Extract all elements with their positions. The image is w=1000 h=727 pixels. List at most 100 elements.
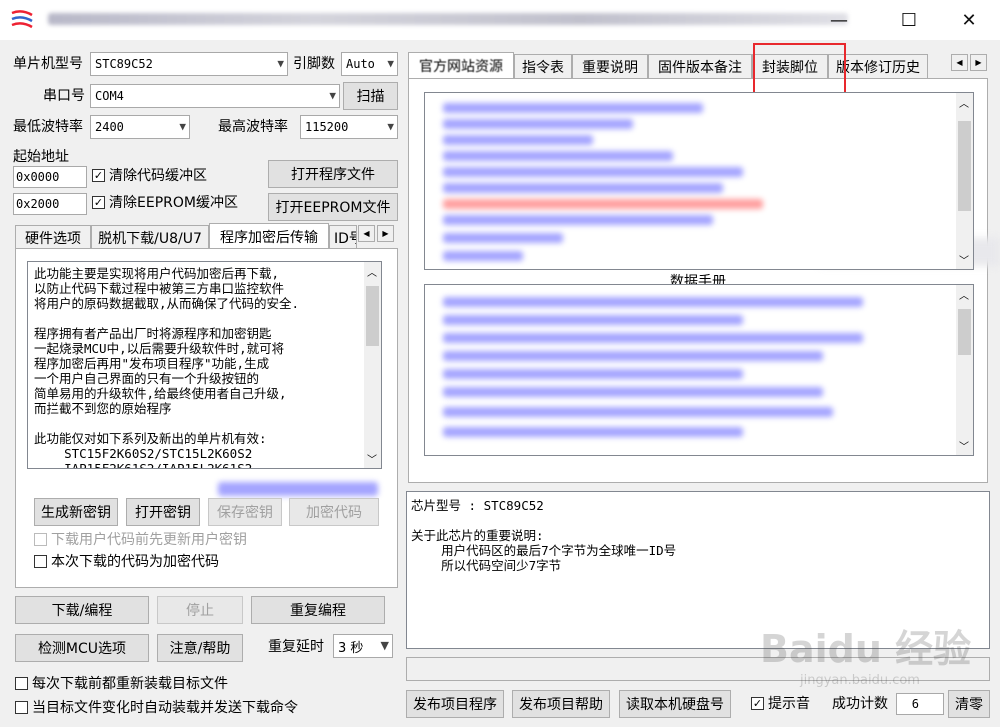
tab-encrypted-transfer[interactable]: 程序加密后传输 [209,223,329,249]
blurred-link [443,167,743,177]
blurred-link [218,482,378,496]
max-baud-label: 最高波特率 [218,119,288,135]
scan-button[interactable]: 扫描 [343,82,398,110]
read-disk-id-button[interactable]: 读取本机硬盘号 [619,690,731,718]
open-key-button[interactable]: 打开密钥 [126,498,200,526]
chevron-down-icon: ▼ [179,120,186,133]
encrypted-download-label: 本次下载的代码为加密代码 [51,554,219,570]
save-key-button[interactable]: 保存密钥 [208,498,282,526]
scroll-up-icon[interactable]: ︿ [959,287,969,302]
repeat-program-button[interactable]: 重复编程 [251,596,385,624]
encrypt-code-button[interactable]: 加密代码 [289,498,379,526]
tab-scroll-left-button[interactable]: ◀ [358,225,375,242]
blurred-link [443,333,863,343]
repeat-delay-select[interactable]: 3 秒 ▼ [333,634,393,658]
blurred-link [443,387,823,397]
chevron-down-icon: ▼ [387,57,394,70]
app-icon [10,9,34,31]
chevron-down-icon: ▼ [380,639,389,652]
clear-eeprom-checkbox[interactable]: ✓ [92,196,105,209]
encrypted-download-checkbox[interactable] [34,555,47,568]
scrollbar-thumb[interactable] [958,121,971,211]
tab-id-label: ID号 [334,230,356,247]
generate-key-button[interactable]: 生成新密钥 [34,498,118,526]
prompt-sound-label: 提示音 [768,696,810,712]
scroll-up-icon[interactable]: ︿ [959,95,969,110]
blurred-link [443,215,713,225]
update-key-label: 下载用户代码前先更新用户密钥 [51,532,247,548]
tab-scroll-right-button[interactable]: ▶ [377,225,394,242]
tab-hardware-options[interactable]: 硬件选项 [15,225,91,249]
scroll-up-icon[interactable]: ︿ [367,264,377,279]
blurred-link [443,315,743,325]
resource-links-list[interactable]: ︿ ﹀ [424,92,974,270]
publish-program-button[interactable]: 发布项目程序 [406,690,504,718]
mcu-type-value: STC89C52 [95,57,153,71]
pins-label: 引脚数 [293,56,335,72]
maximize-button[interactable]: ☐ [886,0,932,40]
scroll-down-icon[interactable]: ﹀ [367,451,377,466]
chip-info-text: 芯片型号 : STC89C52 关于此芯片的重要说明: 用户代码区的最后7个字节… [411,498,677,573]
datasheet-scrollbar[interactable]: ︿ ﹀ [956,285,973,455]
tab-official-resources-label: 官方网站资源 [419,58,503,75]
max-baud-value: 115200 [305,120,349,134]
help-button[interactable]: 注意/帮助 [157,634,243,662]
encrypt-description-text: 此功能主要是实现将用户代码加密后再下载, 以防止代码下载过程中被第三方串口监控软… [27,261,382,469]
pins-value: Auto [346,57,375,71]
download-program-button[interactable]: 下载/编程 [15,596,149,624]
start-address-code-field[interactable]: 0x0000 [13,166,87,188]
chevron-down-icon: ▼ [329,89,336,102]
blurred-link [443,151,673,161]
tab-id-number[interactable]: ID号 [329,225,357,249]
right-tab-scroll-left-button[interactable]: ◀ [951,54,968,71]
update-key-checkbox[interactable] [34,533,47,546]
tab-official-resources[interactable]: 官方网站资源 [408,52,514,78]
blurred-link [443,427,743,437]
max-baud-select[interactable]: 115200 ▼ [300,115,398,139]
blurred-link [443,407,833,417]
blurred-link [443,135,593,145]
open-eeprom-file-button[interactable]: 打开EEPROM文件 [268,193,398,221]
encrypt-text-scrollbar[interactable]: ︿ ﹀ [364,262,381,468]
min-baud-select[interactable]: 2400 ▼ [90,115,190,139]
scrollbar-thumb[interactable] [958,309,971,355]
publish-help-button[interactable]: 发布项目帮助 [512,690,610,718]
tab-important-notes[interactable]: 重要说明 [572,54,648,78]
blurred-link [443,297,863,307]
reload-file-checkbox[interactable] [15,677,28,690]
stop-button[interactable]: 停止 [157,596,243,624]
close-button[interactable]: ✕ [946,0,992,40]
tab-offline-download[interactable]: 脱机下载/U8/U7 [91,225,209,249]
port-select[interactable]: COM4 ▼ [90,84,340,108]
window-title-blurred [48,13,848,25]
scroll-down-icon[interactable]: ﹀ [959,438,969,453]
start-address-code-value: 0x0000 [16,170,60,184]
repeat-delay-label: 重复延时 [268,639,324,655]
mcu-type-select[interactable]: STC89C52 ▼ [90,52,288,76]
highlight-box [753,43,846,94]
tab-instruction-table[interactable]: 指令表 [514,54,572,78]
clear-count-button[interactable]: 清零 [948,690,990,718]
resource-list-scrollbar[interactable]: ︿ ﹀ [956,93,973,269]
right-tab-scroll-right-button[interactable]: ▶ [970,54,987,71]
tab-firmware-notes[interactable]: 固件版本备注 [648,54,752,78]
datasheet-list[interactable]: ︿ ﹀ [424,284,974,456]
min-baud-value: 2400 [95,120,124,134]
blurred-link [443,351,823,361]
detect-mcu-button[interactable]: 检测MCU选项 [15,634,149,662]
blurred-link [443,183,723,193]
open-program-file-button[interactable]: 打开程序文件 [268,160,398,188]
blurred-link [443,233,563,243]
blurred-link [443,119,633,129]
auto-load-checkbox[interactable] [15,701,28,714]
scrollbar-thumb[interactable] [366,286,379,346]
start-address-eeprom-field[interactable]: 0x2000 [13,193,87,215]
clear-code-checkbox[interactable]: ✓ [92,169,105,182]
success-count-label: 成功计数 [832,696,888,712]
blurred-link [443,103,703,113]
watermark-brand: Baidu 经验 [760,627,972,671]
scroll-down-icon[interactable]: ﹀ [959,252,969,267]
prompt-sound-checkbox[interactable]: ✓ [751,697,764,710]
pins-select[interactable]: Auto ▼ [341,52,398,76]
minimize-button[interactable]: — [816,0,862,40]
